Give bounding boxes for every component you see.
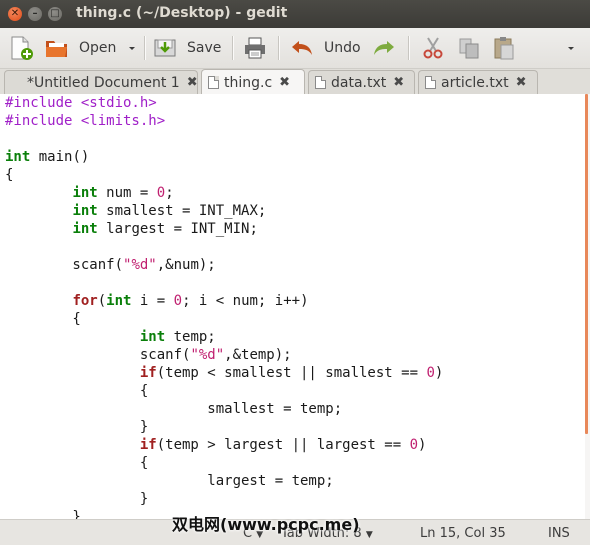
chevron-down-icon [129, 47, 135, 50]
save-icon [154, 39, 176, 57]
code-line[interactable]: #include <stdio.h> [5, 95, 157, 111]
tab-label: thing.c [224, 74, 273, 91]
print-button[interactable] [242, 34, 268, 62]
close-tab-button[interactable]: ✖ [516, 75, 527, 90]
toolbar-overflow-menu[interactable] [566, 34, 576, 62]
cursor-position: Ln 15, Col 35 [420, 526, 506, 541]
code-line[interactable]: } [5, 419, 148, 435]
text-editor[interactable]: #include <stdio.h> #include <limits.h> i… [0, 94, 585, 519]
open-button[interactable]: Open [44, 34, 116, 62]
cut-button[interactable] [420, 34, 446, 62]
gedit-window: ✕ – □ thing.c (~/Desktop) - gedit Open S… [0, 0, 590, 545]
code-line[interactable]: { [5, 167, 13, 183]
new-document-icon [11, 36, 33, 60]
tab-data-txt[interactable]: data.txt ✖ [308, 70, 415, 94]
text-file-icon [208, 76, 219, 89]
toolbar-separator [144, 36, 146, 60]
chevron-down-icon [568, 47, 574, 50]
code-line[interactable]: largest = temp; [5, 473, 333, 489]
copy-button[interactable] [456, 34, 482, 62]
recent-files-dropdown[interactable] [127, 34, 137, 62]
close-tab-button[interactable]: ✖ [187, 75, 198, 90]
save-button[interactable]: Save [152, 34, 221, 62]
code-line[interactable]: #include <limits.h> [5, 113, 165, 129]
scissors-icon [423, 37, 443, 59]
close-window-button[interactable]: ✕ [8, 7, 22, 21]
code-line[interactable]: for(int i = 0; i < num; i++) [5, 293, 308, 309]
chevron-down-icon: ▼ [365, 530, 373, 540]
code-line[interactable]: if(temp < smallest || smallest == 0) [5, 365, 443, 381]
document-tabs: *Untitled Document 1 ✖ thing.c ✖ data.tx… [0, 69, 590, 95]
toolbar-separator [278, 36, 280, 60]
code-line[interactable]: { [5, 311, 80, 327]
insert-mode: INS [548, 526, 570, 541]
code-line[interactable]: int smallest = INT_MAX; [5, 203, 266, 219]
open-button-label: Open [79, 40, 117, 56]
save-button-label: Save [187, 40, 222, 56]
paste-button[interactable] [491, 34, 517, 62]
folder-open-icon [46, 41, 67, 57]
code-line[interactable]: { [5, 455, 148, 471]
tab-thing-c[interactable]: thing.c ✖ [201, 69, 305, 95]
text-file-icon [315, 76, 326, 89]
code-content[interactable]: #include <stdio.h> #include <limits.h> i… [5, 94, 443, 519]
maximize-window-button[interactable]: □ [48, 7, 62, 21]
close-tab-button[interactable]: ✖ [279, 75, 290, 90]
close-tab-button[interactable]: ✖ [393, 75, 404, 90]
vertical-scrollbar[interactable] [585, 94, 590, 519]
code-line[interactable]: } [5, 509, 80, 519]
code-line[interactable]: int main() [5, 149, 89, 165]
tab-label: data.txt [331, 74, 387, 91]
undo-button[interactable]: Undo [289, 34, 361, 62]
code-line[interactable]: } [5, 491, 148, 507]
toolbar-separator [408, 36, 410, 60]
toolbar: Open Save Undo [0, 28, 590, 69]
redo-button[interactable] [371, 34, 397, 62]
code-line[interactable]: scanf("%d",&temp); [5, 347, 292, 363]
code-line[interactable]: if(temp > largest || largest == 0) [5, 437, 427, 453]
code-line[interactable]: int largest = INT_MIN; [5, 221, 257, 237]
code-line[interactable]: { [5, 383, 148, 399]
new-document-button[interactable] [8, 34, 34, 62]
toolbar-separator [232, 36, 234, 60]
scrollbar-thumb[interactable] [585, 94, 588, 434]
printer-icon [245, 37, 265, 59]
clipboard-paste-icon [494, 37, 514, 60]
code-line[interactable]: int temp; [5, 329, 216, 345]
code-line[interactable]: int num = 0; [5, 185, 173, 201]
redo-arrow-icon [374, 41, 394, 55]
code-line[interactable]: scanf("%d",&num); [5, 257, 215, 273]
title-bar[interactable]: ✕ – □ thing.c (~/Desktop) - gedit [0, 0, 590, 28]
tab-article-txt[interactable]: article.txt ✖ [418, 70, 538, 94]
watermark-text: 双电网(www.pcpc.me) [172, 515, 360, 534]
tab-untitled-document-1[interactable]: *Untitled Document 1 ✖ [4, 70, 198, 94]
copy-icon [459, 38, 479, 59]
code-line[interactable]: smallest = temp; [5, 401, 342, 417]
tab-label: article.txt [441, 74, 509, 91]
undo-button-label: Undo [324, 40, 361, 56]
window-title: thing.c (~/Desktop) - gedit [76, 5, 288, 21]
undo-arrow-icon [292, 41, 312, 55]
text-file-icon [425, 76, 436, 89]
minimize-window-button[interactable]: – [28, 7, 42, 21]
tab-label: *Untitled Document 1 [27, 74, 180, 91]
